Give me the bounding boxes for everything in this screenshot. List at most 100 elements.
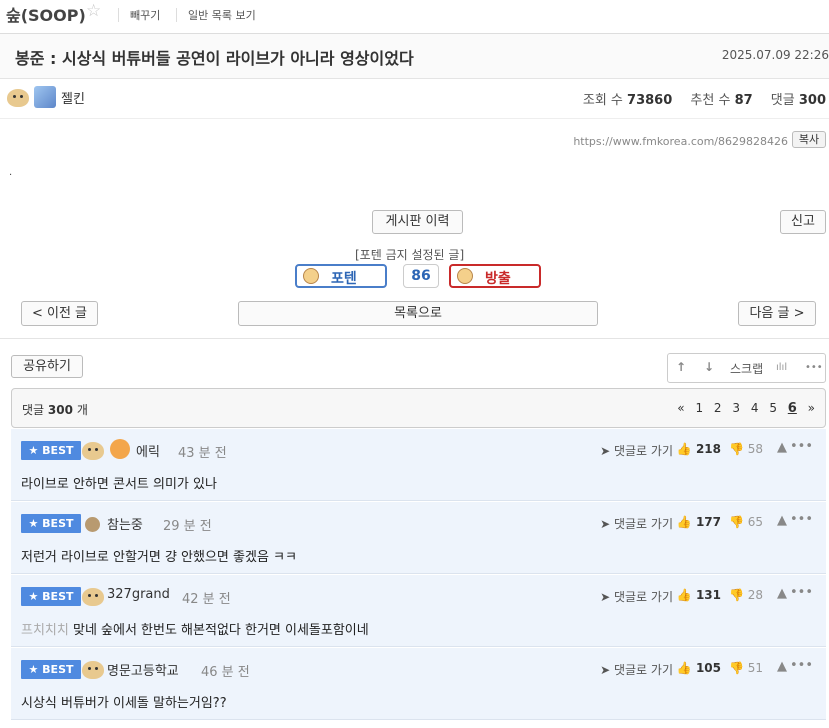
divider	[176, 8, 177, 22]
author-name[interactable]: 젤킨	[61, 88, 85, 107]
next-post-button[interactable]: 다음 글 >	[738, 301, 816, 326]
thumb-up-button[interactable]: 👍 218	[677, 442, 721, 456]
reply-prefix: 프치치치	[21, 623, 69, 638]
poten-vote-button[interactable]: 포텐	[295, 264, 387, 288]
link-normal-list[interactable]: 일반 목록 보기	[188, 7, 256, 23]
comment-author[interactable]: 에릭	[136, 441, 160, 460]
poten-label: 포텐	[331, 271, 357, 287]
views-label: 조회 수	[582, 93, 623, 108]
board-name[interactable]: 숲(SOOP)	[6, 2, 86, 26]
favorite-star-icon[interactable]: ☆	[86, 1, 101, 21]
comments-label: 댓글	[770, 93, 795, 108]
thumb-down-button[interactable]: 👎 58	[729, 442, 763, 456]
pager-page-2[interactable]: 2	[714, 401, 722, 415]
go-to-reply-link[interactable]: ➤ 댓글로 가기	[600, 442, 673, 459]
board-history-button[interactable]: 게시판 이력	[372, 210, 463, 234]
more-icon[interactable]: •••	[790, 658, 813, 673]
comment-text: 맞네 숲에서 한번도 해본적없다 한거면 이세돌포함이네	[72, 623, 369, 638]
more-icon[interactable]: •••	[790, 439, 813, 454]
thumb-up-button[interactable]: 👍 131	[677, 588, 721, 602]
likes-count: 87	[734, 93, 753, 108]
author-avatar[interactable]	[34, 86, 56, 108]
comment-count-unit: 개	[76, 403, 88, 417]
more-icon[interactable]: •••	[790, 512, 813, 527]
comment-item: ★ BEST 에릭 43 분 전 ➤ 댓글로 가기 👍 218 👎 58 ▲ •…	[11, 429, 826, 501]
comment-pager: « 1 2 3 4 5 6 »	[670, 401, 815, 416]
go-to-reply-link[interactable]: ➤ 댓글로 가기	[600, 661, 673, 678]
go-to-reply-link[interactable]: ➤ 댓글로 가기	[600, 515, 673, 532]
pager-page-5[interactable]: 5	[769, 401, 777, 415]
list-button[interactable]: 목록으로	[238, 301, 598, 326]
post-body: .	[9, 167, 13, 178]
comment-body: 프치치치 맞네 숲에서 한번도 해본적없다 한거면 이세돌포함이네	[21, 619, 369, 638]
pager-prev[interactable]: «	[677, 401, 684, 415]
author-bar: 젤킨 조회 수 73860 추천 수 87 댓글 300	[0, 78, 829, 119]
share-button[interactable]: 공유하기	[11, 355, 83, 378]
scrap-button[interactable]: 스크랩	[730, 360, 763, 377]
fox-avatar-icon	[110, 439, 130, 459]
comment-count-value: 300	[47, 403, 73, 417]
pager-next[interactable]: »	[808, 401, 815, 415]
thumb-up-icon: 👍	[676, 515, 692, 529]
post-stats: 조회 수 73860 추천 수 87 댓글 300	[583, 89, 826, 108]
best-badge: ★ BEST	[21, 441, 81, 460]
user-avatar-icon	[85, 517, 100, 532]
comment-time: 43 분 전	[178, 446, 227, 461]
comment-author[interactable]: 명문고등학교	[107, 660, 179, 679]
warning-icon[interactable]: ▲	[777, 659, 787, 674]
chart-icon[interactable]: ılıl	[776, 362, 787, 373]
best-badge: ★ BEST	[21, 660, 81, 679]
prev-post-button[interactable]: < 이전 글	[21, 301, 98, 326]
pager-current-page[interactable]: 6	[788, 401, 797, 416]
upvote-count: 105	[695, 661, 721, 675]
thumb-down-face-icon	[457, 268, 473, 284]
thumb-up-icon: 👍	[676, 588, 692, 602]
likes-label: 추천 수	[690, 93, 731, 108]
downvote-count: 58	[747, 442, 763, 456]
dog-avatar-icon	[7, 89, 29, 107]
thumb-up-icon: 👍	[676, 442, 692, 456]
comment-header: 댓글 300 개 « 1 2 3 4 5 6 »	[11, 388, 826, 428]
downvote-count: 28	[747, 588, 763, 602]
bangchul-vote-button[interactable]: 방출	[449, 264, 541, 288]
upvote-count: 131	[695, 588, 721, 602]
thumb-up-button[interactable]: 👍 177	[677, 515, 721, 529]
more-icon[interactable]: •••	[805, 362, 823, 373]
thumb-up-icon: 👍	[676, 661, 692, 675]
post-url[interactable]: https://www.fmkorea.com/8629828426	[573, 135, 788, 148]
comment-author[interactable]: 참는중	[107, 514, 143, 533]
pager-page-3[interactable]: 3	[732, 401, 740, 415]
poten-ban-notice: [포텐 금지 설정된 글]	[355, 248, 465, 262]
upvote-count: 177	[695, 515, 721, 529]
arrow-up-icon[interactable]: ↑	[676, 360, 686, 374]
top-bar: 숲(SOOP) ☆ 빼꾸기 일반 목록 보기	[0, 0, 829, 30]
link-bbakkugi[interactable]: 빼꾸기	[130, 7, 160, 23]
arrow-down-icon[interactable]: ↓	[704, 360, 714, 374]
scrap-toolbar: ↑ ↓ 스크랩 ılıl •••	[667, 353, 826, 383]
section-divider	[0, 338, 829, 339]
comment-item: ★ BEST 참는중 29 분 전 ➤ 댓글로 가기 👍 177 👎 65 ▲ …	[11, 502, 826, 574]
more-icon[interactable]: •••	[790, 585, 813, 600]
comment-count-label: 댓글	[22, 403, 45, 417]
comment-item: ★ BEST 명문고등학교 46 분 전 ➤ 댓글로 가기 👍 105 👎 51…	[11, 648, 826, 720]
warning-icon[interactable]: ▲	[777, 513, 787, 528]
pager-page-4[interactable]: 4	[751, 401, 759, 415]
vote-count: 86	[403, 264, 439, 288]
warning-icon[interactable]: ▲	[777, 440, 787, 455]
comment-author[interactable]: 327grand	[107, 587, 170, 602]
copy-url-button[interactable]: 복사	[792, 131, 826, 148]
thumb-up-button[interactable]: 👍 105	[677, 661, 721, 675]
thumb-down-button[interactable]: 👎 51	[729, 661, 763, 675]
comment-body: 저런거 라이브로 안할거면 걍 안했으면 좋겠음 ㅋㅋ	[21, 550, 297, 565]
warning-icon[interactable]: ▲	[777, 586, 787, 601]
thumb-down-button[interactable]: 👎 28	[729, 588, 763, 602]
report-button[interactable]: 신고	[780, 210, 826, 234]
comment-time: 42 분 전	[182, 592, 231, 607]
post-title: 봉준 : 시상식 버튜버들 공연이 라이브가 아니라 영상이었다	[15, 49, 414, 68]
pager-page-1[interactable]: 1	[695, 401, 703, 415]
go-to-reply-link[interactable]: ➤ 댓글로 가기	[600, 588, 673, 605]
bangchul-label: 방출	[485, 271, 511, 287]
views-count: 73860	[627, 93, 673, 108]
thumb-down-button[interactable]: 👎 65	[729, 515, 763, 529]
comment-time: 46 분 전	[201, 665, 250, 680]
